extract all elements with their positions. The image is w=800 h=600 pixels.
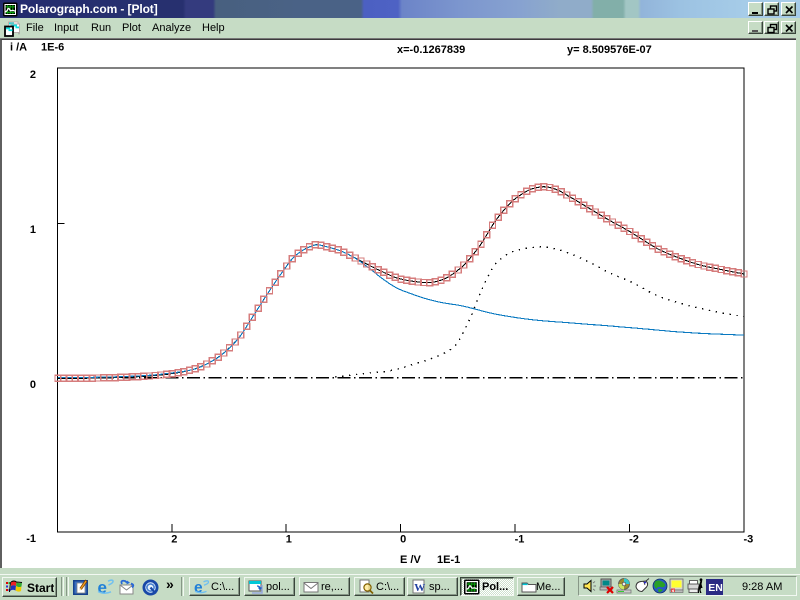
svg-text:2: 2 [171,534,177,546]
svg-text:0: 0 [400,534,406,546]
svg-text:-1: -1 [515,534,525,546]
svg-text:-2: -2 [629,534,639,546]
svg-text:0: 0 [30,379,36,391]
svg-text:EN: EN [708,582,723,594]
svg-text:1E-6: 1E-6 [41,42,64,54]
svg-text:2: 2 [30,69,36,81]
svg-text:-3: -3 [744,534,754,546]
svg-text:i /A: i /A [10,42,27,54]
svg-text:E /V: E /V [400,554,421,566]
svg-text:x=-0.1267839: x=-0.1267839 [397,44,465,56]
svg-text:1: 1 [30,224,36,236]
svg-text:1E-1: 1E-1 [437,554,460,566]
svg-text:W: W [414,582,425,594]
svg-text:-1: -1 [26,533,36,545]
svg-text:y= 8.509576E-07: y= 8.509576E-07 [567,44,652,56]
svg-text:1: 1 [286,534,292,546]
